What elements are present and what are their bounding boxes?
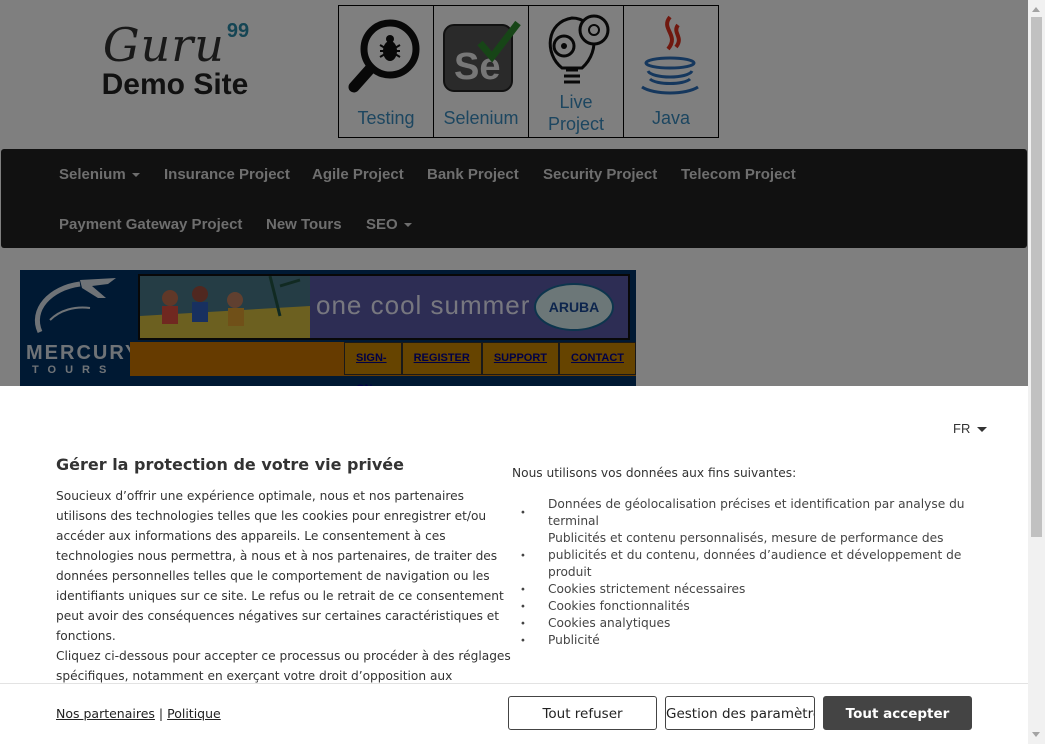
- purpose-text: Cookies analytiques: [548, 616, 671, 630]
- consent-body-paragraph-2: Cliquez ci-dessous pour accepter ce proc…: [56, 649, 511, 683]
- consent-title: Gérer la protection de votre vie privée: [56, 455, 404, 474]
- list-item: • Publicité: [520, 632, 980, 649]
- modal-backdrop: [0, 0, 1028, 386]
- vertical-scrollbar[interactable]: [1028, 0, 1045, 744]
- refuse-all-button[interactable]: Tout refuser: [508, 696, 657, 730]
- list-item: • Publicités et contenu personnalisés, me…: [520, 530, 980, 581]
- accept-all-button[interactable]: Tout accepter: [823, 696, 972, 730]
- list-item: • Cookies fonctionnalités: [520, 598, 980, 615]
- bullet-icon: •: [520, 635, 526, 646]
- consent-body: Soucieux d’offrir une expérience optimal…: [56, 486, 512, 684]
- list-item: • Cookies strictement nécessaires: [520, 581, 980, 598]
- purposes-list: • Données de géolocalisation précises et …: [520, 496, 980, 649]
- chevron-down-icon: [977, 427, 988, 433]
- page: Guru99 Demo Site Testing: [0, 0, 1028, 744]
- bullet-icon: •: [520, 601, 526, 612]
- scroll-up-arrow-icon[interactable]: [1032, 7, 1040, 12]
- bullet-icon: •: [520, 550, 526, 561]
- consent-footer: Nos partenaires | Politique Tout refuser…: [0, 683, 1028, 744]
- policy-link[interactable]: Politique: [167, 706, 221, 721]
- bullet-icon: •: [520, 507, 526, 519]
- list-item: • Cookies analytiques: [520, 615, 980, 632]
- purpose-text: Cookies fonctionnalités: [548, 599, 690, 613]
- scroll-down-arrow-icon[interactable]: [1032, 732, 1040, 737]
- partners-link[interactable]: Nos partenaires: [56, 706, 155, 721]
- bullet-icon: •: [520, 618, 526, 629]
- language-label: FR: [953, 421, 971, 436]
- purpose-text: Cookies strictement nécessaires: [548, 582, 746, 596]
- manage-settings-button[interactable]: Gestion des paramètres: [665, 696, 815, 730]
- purpose-text: Données de géolocalisation précises et i…: [548, 497, 965, 528]
- scrollbar-thumb[interactable]: [1031, 17, 1042, 537]
- purpose-text: Publicité: [548, 633, 600, 647]
- bullet-icon: •: [520, 584, 526, 595]
- language-selector[interactable]: FR: [953, 421, 988, 436]
- privacy-consent-panel: FR Gérer la protection de votre vie priv…: [0, 386, 1028, 744]
- purpose-text: Publicités et contenu personnalisés, mes…: [548, 531, 962, 579]
- list-item: • Données de géolocalisation précises et …: [520, 496, 980, 530]
- consent-body-paragraph-1: Soucieux d’offrir une expérience optimal…: [56, 489, 504, 643]
- link-separator: |: [158, 706, 164, 721]
- footer-links: Nos partenaires | Politique: [56, 706, 221, 721]
- purposes-intro: Nous utilisons vos données aux fins suiv…: [512, 466, 797, 480]
